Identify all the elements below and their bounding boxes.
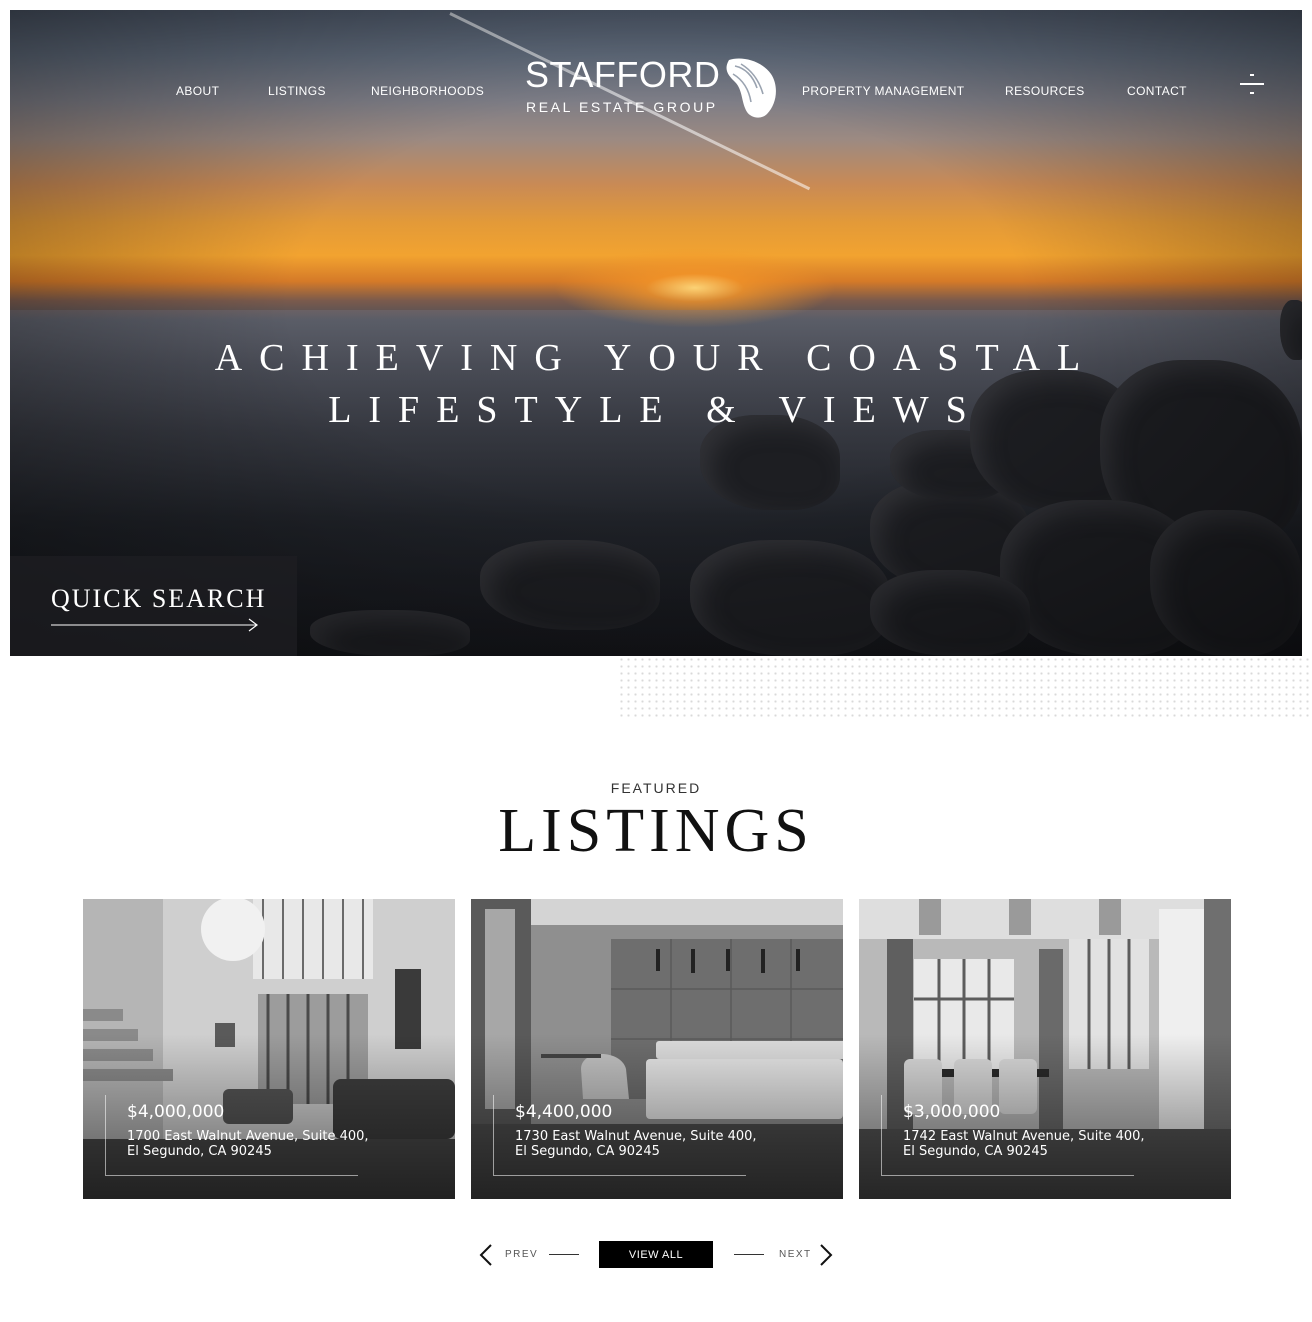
listing-card[interactable]: $4,400,000 1730 East Walnut Avenue, Suit… [471, 899, 843, 1199]
address-line2: El Segundo, CA 90245 [903, 1144, 1048, 1159]
listing-card[interactable]: $3,000,000 1742 East Walnut Avenue, Suit… [859, 899, 1231, 1199]
listing-address: 1742 East Walnut Avenue, Suite 400, El S… [903, 1129, 1203, 1159]
shell-icon [726, 58, 776, 118]
listing-price: $4,400,000 [515, 1102, 613, 1122]
nav-resources[interactable]: RESOURCES [1005, 84, 1085, 98]
brand-tagline: REAL ESTATE GROUP [526, 99, 718, 115]
address-line2: El Segundo, CA 90245 [515, 1144, 660, 1159]
listing-address: 1730 East Walnut Avenue, Suite 400, El S… [515, 1129, 815, 1159]
nav-about[interactable]: ABOUT [176, 84, 219, 98]
listing-price: $4,000,000 [127, 1102, 225, 1122]
featured-kicker: FEATURED [610, 780, 702, 796]
pager-divider [549, 1254, 579, 1255]
hero-title-line1: ACHIEVING YOUR COASTAL [214, 337, 1098, 379]
nav-property-management[interactable]: PROPERTY MANAGEMENT [802, 84, 965, 98]
hero-title: ACHIEVING YOUR COASTAL LIFESTYLE & VIEWS [10, 332, 1302, 436]
nav-neighborhoods[interactable]: NEIGHBORHOODS [371, 84, 484, 98]
arrow-right-icon [51, 618, 258, 632]
nav-listings[interactable]: LISTINGS [268, 84, 326, 98]
pager-divider [734, 1254, 764, 1255]
listing-address: 1700 East Walnut Avenue, Suite 400, El S… [127, 1129, 427, 1159]
view-all-button[interactable]: VIEW ALL [599, 1241, 713, 1268]
listing-card[interactable]: $4,000,000 1700 East Walnut Avenue, Suit… [83, 899, 455, 1199]
address-line2: El Segundo, CA 90245 [127, 1144, 272, 1159]
brand-name: STAFFORD [525, 54, 721, 95]
quick-search-button[interactable]: QUICK SEARCH [10, 556, 297, 656]
hero-banner: ABOUT LISTINGS NEIGHBORHOODS PROPERTY MA… [10, 10, 1302, 656]
hamburger-menu-icon[interactable] [1240, 72, 1264, 96]
prev-button[interactable]: PREV [505, 1249, 538, 1260]
quick-search-label: QUICK SEARCH [51, 584, 267, 613]
chevron-right-icon[interactable] [818, 1243, 834, 1267]
featured-title: LISTINGS [498, 797, 814, 865]
next-button[interactable]: NEXT [779, 1249, 812, 1260]
address-line1: 1742 East Walnut Avenue, Suite 400, [903, 1129, 1145, 1144]
listing-price: $3,000,000 [903, 1102, 1001, 1122]
address-line1: 1730 East Walnut Avenue, Suite 400, [515, 1129, 757, 1144]
dot-pattern-decoration [618, 656, 1312, 720]
hero-title-line2: LIFESTYLE & VIEWS [328, 389, 984, 431]
nav-contact[interactable]: CONTACT [1127, 84, 1187, 98]
address-line1: 1700 East Walnut Avenue, Suite 400, [127, 1129, 369, 1144]
brand-logo[interactable]: STAFFORD REAL ESTATE GROUP [525, 54, 785, 124]
chevron-left-icon[interactable] [478, 1243, 494, 1267]
